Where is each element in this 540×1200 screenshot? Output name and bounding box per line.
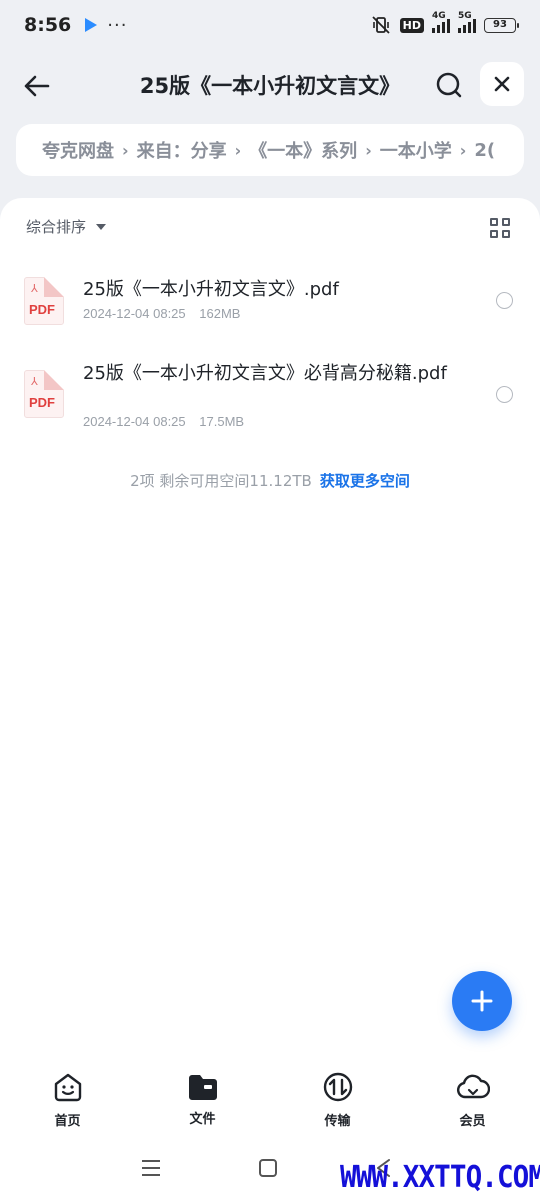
breadcrumb-item-root[interactable]: 夸克网盘 bbox=[42, 137, 114, 163]
add-button[interactable] bbox=[452, 971, 512, 1031]
get-more-space-link[interactable]: 获取更多空间 bbox=[320, 472, 410, 490]
file-name: 25版《一本小升初文言文》必背高分秘籍.pdf bbox=[83, 363, 447, 384]
nav-label-home: 首页 bbox=[54, 1114, 81, 1129]
chevron-right-icon: › bbox=[234, 140, 242, 160]
chevron-right-icon: › bbox=[122, 140, 129, 160]
header: 25版《一本小升初文言文》 bbox=[0, 58, 540, 112]
pdf-file-icon: ⅄ PDF bbox=[24, 370, 64, 418]
breadcrumb-item-primary[interactable]: 一本小学 bbox=[380, 137, 452, 163]
signal-5g-icon: 5G bbox=[458, 11, 476, 33]
file-row[interactable]: ⅄ PDF 25版《一本小升初文言文》必背高分秘籍.pdf 2024-12-04… bbox=[0, 360, 540, 440]
vibrate-off-icon bbox=[372, 16, 390, 34]
grid-view-icon[interactable] bbox=[490, 218, 510, 238]
file-list-panel: 综合排序 ⅄ PDF 25版《一本小升初文言文》.pdf 2024-12-04 … bbox=[0, 198, 540, 1200]
nav-label-member: 会员 bbox=[459, 1114, 486, 1129]
breadcrumb-item-current[interactable]: 2( bbox=[474, 140, 495, 161]
file-meta: 2024-12-04 08:25 162MB bbox=[83, 306, 240, 321]
watermark: WWW.XXTTQ.COM bbox=[340, 1160, 540, 1195]
signal-5g-label: 5G bbox=[458, 11, 472, 21]
transfer-icon bbox=[321, 1070, 355, 1104]
file-name: 25版《一本小升初文言文》.pdf bbox=[83, 279, 339, 300]
sort-label: 综合排序 bbox=[26, 218, 87, 236]
select-radio[interactable] bbox=[496, 386, 513, 403]
nav-label-files: 文件 bbox=[189, 1112, 216, 1127]
breadcrumb-item-share[interactable]: 来自：分享 bbox=[137, 137, 227, 163]
close-button[interactable] bbox=[480, 62, 524, 106]
more-notifications-icon: ··· bbox=[107, 14, 128, 36]
breadcrumb-item-series[interactable]: 《一本》系列 bbox=[249, 137, 357, 163]
file-date: 2024-12-04 08:25 bbox=[83, 414, 186, 429]
search-icon bbox=[436, 72, 462, 98]
status-bar: 8:56 ··· HD 4G 5G 93 bbox=[0, 0, 540, 50]
file-size: 17.5MB bbox=[199, 414, 245, 429]
select-radio[interactable] bbox=[496, 292, 513, 309]
pdf-file-icon: ⅄ PDF bbox=[24, 277, 64, 325]
plus-icon bbox=[471, 990, 493, 1012]
file-row[interactable]: ⅄ PDF 25版《一本小升初文言文》.pdf 2024-12-04 08:25… bbox=[0, 276, 540, 338]
home-button[interactable] bbox=[259, 1159, 277, 1177]
folder-icon bbox=[186, 1070, 220, 1104]
chevron-right-icon: › bbox=[365, 140, 372, 160]
file-date: 2024-12-04 08:25 bbox=[83, 306, 186, 321]
caret-down-icon bbox=[96, 223, 107, 230]
hd-voice-badge: HD bbox=[399, 17, 424, 33]
breadcrumb: 夸克网盘 › 来自：分享 › 《一本》系列 › 一本小学 › 2( bbox=[16, 124, 524, 176]
home-face-icon bbox=[51, 1070, 85, 1104]
storage-summary: 2项 剩余可用空间11.12TB 获取更多空间 bbox=[0, 470, 540, 491]
nav-item-home[interactable]: 首页 bbox=[0, 1070, 135, 1140]
file-meta: 2024-12-04 08:25 17.5MB bbox=[83, 414, 244, 429]
nav-item-files[interactable]: 文件 bbox=[135, 1070, 270, 1140]
close-icon bbox=[494, 76, 510, 92]
nav-item-transfer[interactable]: 传输 bbox=[270, 1070, 405, 1140]
nav-label-transfer: 传输 bbox=[324, 1114, 351, 1129]
bottom-nav: 首页 文件 传输 会员 bbox=[0, 1070, 540, 1140]
nav-item-member[interactable]: 会员 bbox=[405, 1070, 540, 1140]
signal-4g-icon: 4G bbox=[432, 11, 450, 33]
recent-apps-button[interactable] bbox=[142, 1160, 160, 1176]
cloud-icon bbox=[456, 1070, 490, 1104]
signal-4g-label: 4G bbox=[432, 11, 446, 21]
sort-dropdown[interactable]: 综合排序 bbox=[26, 216, 107, 237]
search-button[interactable] bbox=[430, 66, 468, 104]
file-size: 162MB bbox=[199, 306, 241, 321]
app-notification-icon bbox=[85, 18, 98, 32]
chevron-right-icon: › bbox=[459, 140, 467, 160]
status-time: 8:56 bbox=[24, 14, 72, 36]
battery-icon: 93 bbox=[484, 17, 519, 33]
storage-summary-text: 2项 剩余可用空间11.12TB bbox=[130, 472, 312, 490]
